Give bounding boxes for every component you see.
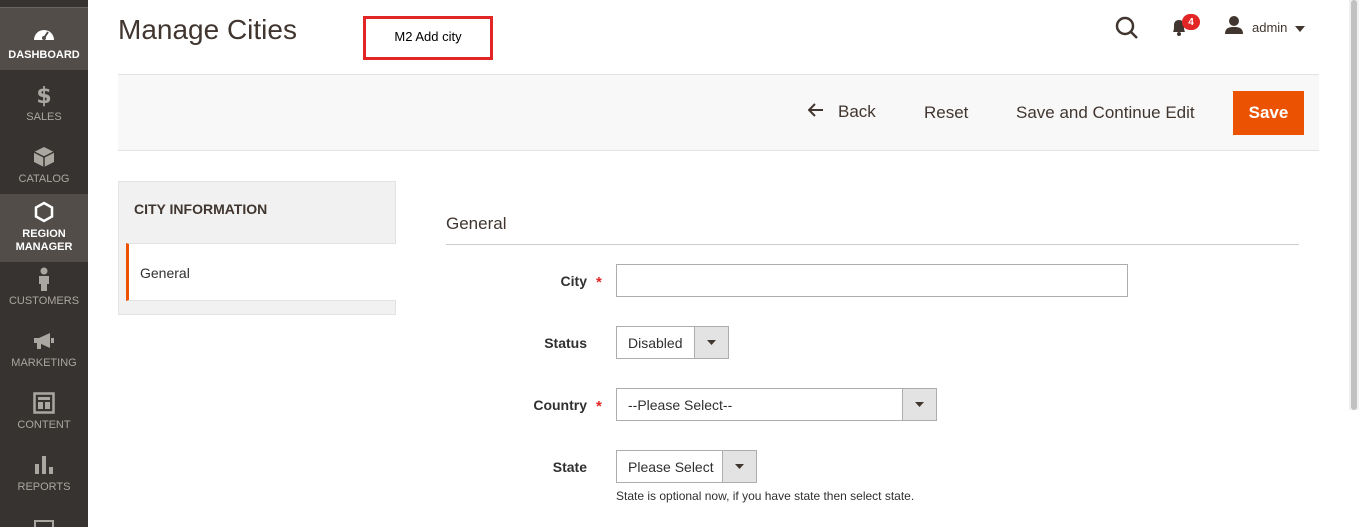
box-icon [32,145,56,169]
svg-text:$: $ [36,84,51,107]
user-name: admin [1252,20,1288,35]
sidebar-item-label: Sales [26,111,62,123]
sidebar-item-catalog[interactable]: Catalog [0,132,88,194]
country-required-marker: * [596,398,602,415]
sidebar-item-dashboard[interactable]: Dashboard [0,8,88,70]
status-label: Status [544,335,587,351]
sidebar-item-content[interactable]: Content [0,378,88,440]
state-select[interactable]: Please Select [616,450,757,483]
sidebar-item-reports[interactable]: Reports [0,440,88,502]
bar-chart-icon [32,453,56,477]
person-icon [32,267,56,291]
page-title: Manage Cities [118,14,297,45]
caret-down-icon [1295,19,1306,37]
hexagon-icon [32,200,56,224]
sidebar-item-label: Content [17,419,71,431]
stores-icon [34,520,54,527]
city-information-tabs: CITY INFORMATION General [118,181,396,315]
caret-down-icon [902,389,936,420]
annotation-box: M2 Add city [363,16,493,60]
sidebar-item-label: Marketing [11,357,77,369]
annotation-text: M2 Add city [394,28,462,44]
save-and-continue-button[interactable]: Save and Continue Edit [1016,103,1195,123]
tabs-title: CITY INFORMATION [134,201,268,217]
sidebar-item-label: Reports [17,481,71,493]
notification-count-badge: 4 [1182,14,1200,30]
tab-label: General [140,265,190,281]
layout-icon [32,391,56,415]
admin-sidebar: Dashboard $ Sales Catalog Region Manager… [0,0,88,527]
search-icon[interactable] [1114,15,1140,41]
arrow-left-icon [807,102,824,122]
user-icon [1224,15,1244,40]
back-label: Back [838,102,876,121]
sidebar-item-marketing[interactable]: Marketing [0,316,88,378]
sidebar-item-label: Region Manager [15,228,73,253]
dashboard-icon [32,21,56,45]
country-select[interactable]: --Please Select-- [616,388,937,421]
sidebar-item-label: Dashboard [8,49,80,61]
status-select[interactable]: Disabled [616,326,729,359]
country-label: Country [533,397,587,413]
dollar-icon: $ [32,83,56,107]
sidebar-logo-strip [0,0,88,8]
reset-button[interactable]: Reset [924,103,968,123]
tab-general[interactable]: General [126,243,396,301]
section-title: General [446,214,507,233]
section-divider [446,244,1299,245]
page-actions-bar: Back Reset Save and Continue Edit Save [118,74,1319,151]
save-button[interactable]: Save [1233,91,1304,135]
state-note: State is optional now, if you have state… [616,489,915,503]
sidebar-item-customers[interactable]: Customers [0,262,88,316]
sidebar-item-label: Customers [8,295,80,307]
user-menu[interactable]: admin [1224,15,1306,40]
state-label: State [552,459,587,475]
city-required-marker: * [596,274,602,291]
back-button[interactable]: Back [807,102,876,122]
sidebar-item-region-manager[interactable]: Region Manager [0,194,88,262]
sidebar-item-label: Catalog [18,173,70,185]
scrollbar-thumb[interactable] [1351,0,1357,410]
country-value: --Please Select-- [628,397,733,413]
city-input[interactable] [616,264,1128,297]
status-value: Disabled [628,335,683,351]
sidebar-item-sales[interactable]: $ Sales [0,70,88,132]
caret-down-icon [722,451,756,482]
city-label: City [560,273,587,289]
state-value: Please Select [628,459,714,475]
megaphone-icon [32,329,56,353]
caret-down-icon [694,327,728,358]
